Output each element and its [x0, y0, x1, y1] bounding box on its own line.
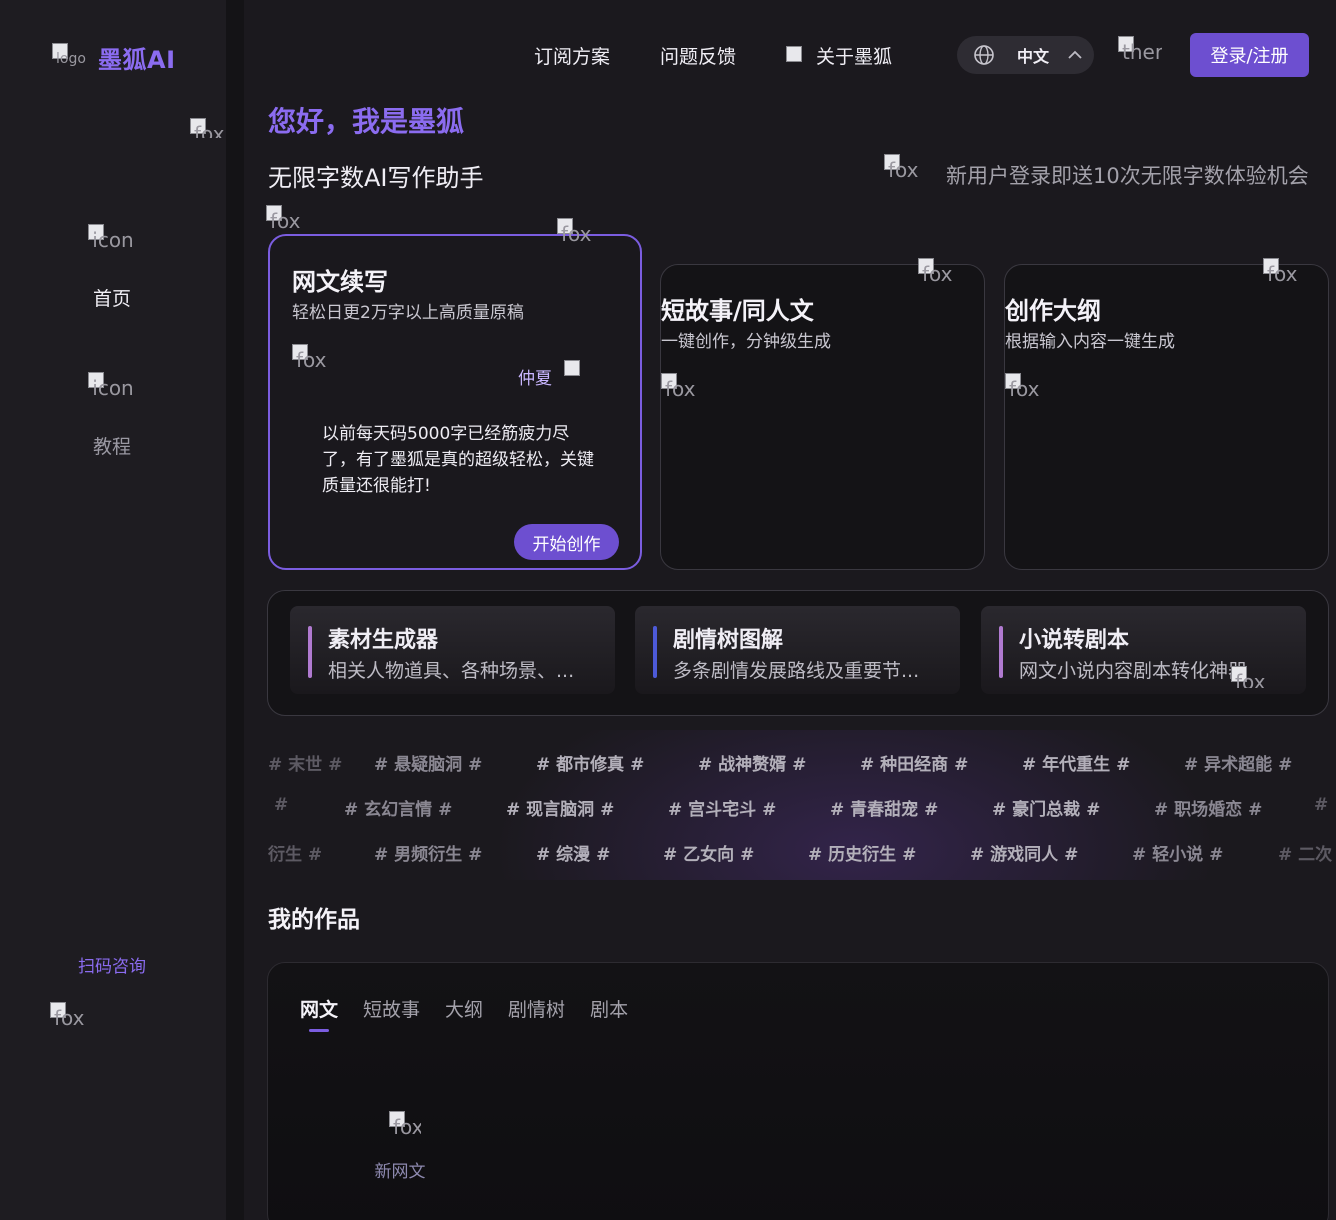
tool-accent-bar — [999, 626, 1003, 678]
tool-accent-bar — [308, 626, 312, 678]
logo-image: logo — [52, 42, 86, 73]
card-title: 短故事/同人文 — [661, 297, 814, 325]
start-writing-button[interactable]: 开始创作 — [514, 524, 619, 560]
sidebar-item-tutorial[interactable]: icon 教程 — [80, 372, 150, 459]
card-title: 创作大纲 — [1005, 297, 1101, 325]
fox-decoration: fox — [557, 218, 591, 262]
chevron-up-icon — [1068, 50, 1082, 59]
tab-script[interactable]: 剧本 — [590, 995, 628, 1022]
genre-tag[interactable]: # 轻小说 # — [1132, 840, 1223, 865]
genre-tag[interactable]: # 男频衍生 # — [374, 840, 482, 865]
genre-tag[interactable]: 衍生 # — [268, 840, 322, 865]
tools-panel: 素材生成器 相关人物道具、各种场景、... 剧情树图解 多条剧情发展路线及重要节… — [267, 590, 1329, 716]
fox-image: fox — [292, 344, 348, 370]
genre-tag[interactable]: # 青春甜宠 # — [830, 795, 938, 820]
tool-desc: 多条剧情发展路线及重要节... — [673, 660, 920, 682]
genre-tag[interactable]: # 种田经商 # — [860, 750, 968, 775]
fox-decoration: fox — [1231, 666, 1281, 688]
language-label: 中文 — [1017, 47, 1050, 66]
promo-text: 新用户登录即送10次无限字数体验机会 — [946, 164, 1309, 188]
tool-material-generator[interactable]: 素材生成器 相关人物道具、各种场景、... — [290, 606, 615, 694]
fox-decoration: fox — [1263, 258, 1297, 302]
tab-outline[interactable]: 大纲 — [445, 995, 483, 1022]
genre-tag[interactable]: # 豪门总裁 # — [992, 795, 1100, 820]
my-works-title: 我的作品 — [268, 907, 360, 933]
tab-web-novel[interactable]: 网文 — [300, 995, 338, 1032]
genre-tag[interactable]: # 宫斗宅斗 # — [668, 795, 776, 820]
avatar — [564, 360, 586, 390]
card-desc: 轻松日更2万字以上高质量原稿 — [292, 303, 524, 323]
genre-tag[interactable]: # 综漫 # — [536, 840, 610, 865]
tab-short-story[interactable]: 短故事 — [363, 995, 420, 1022]
genre-tag[interactable]: # 悬疑脑洞 # — [374, 750, 482, 775]
login-button[interactable]: 登录/注册 — [1190, 33, 1309, 77]
tool-title: 素材生成器 — [328, 628, 439, 653]
fox-decoration: fox — [266, 205, 322, 231]
card-web-novel[interactable]: 网文续写 轻松日更2万字以上高质量原稿 fox 仲夏 以前每天码5000字已经筋… — [268, 234, 642, 570]
fox-decoration: fox — [190, 118, 226, 138]
tutorial-icon: icon — [88, 372, 134, 416]
fox-icon: fox — [389, 1111, 421, 1145]
my-works-panel: 网文 短故事 大纲 剧情树 剧本 fox 新网文 — [267, 962, 1329, 1220]
sidebar: logo 墨狐AI fox icon 首页 icon 教程 扫码咨询 fox — [0, 0, 226, 1220]
greeting: 您好，我是墨狐 — [268, 105, 465, 138]
sidebar-item-home[interactable]: icon 首页 — [80, 224, 150, 311]
genre-tag[interactable]: # 历史衍生 # — [808, 840, 916, 865]
nav-about[interactable]: 关于墨狐 — [786, 42, 892, 69]
testimonial-text: 以前每天码5000字已经筋疲力尽了，有了墨狐是真的超级轻松，关键质量还很能打! — [322, 424, 594, 496]
genre-tag[interactable]: # 战神赘婿 # — [698, 750, 806, 775]
works-tabs: 网文 短故事 大纲 剧情树 剧本 — [300, 995, 653, 1032]
card-short-story[interactable]: 短故事/同人文 一键创作，分钟级生成 fox — [660, 264, 985, 570]
sidebar-item-label: 教程 — [93, 436, 132, 458]
nav-feedback[interactable]: 问题反馈 — [660, 42, 736, 69]
consult-link[interactable]: 扫码咨询 — [78, 952, 146, 977]
new-work-label: 新网文 — [374, 1162, 426, 1182]
card-desc: 根据输入内容一键生成 — [1005, 332, 1175, 352]
sidebar-divider — [226, 0, 244, 1220]
genre-tag[interactable]: # 二次 — [1278, 840, 1332, 865]
card-outline[interactable]: 创作大纲 根据输入内容一键生成 fox — [1004, 264, 1329, 570]
subtitle: 无限字数AI写作助手 — [268, 164, 484, 192]
genre-tag[interactable]: # 年代重生 # — [1022, 750, 1130, 775]
fox-badge-image: fox — [884, 154, 918, 198]
tool-plot-tree[interactable]: 剧情树图解 多条剧情发展路线及重要节... — [635, 606, 960, 694]
genre-tag[interactable]: # 职场婚恋 # — [1154, 795, 1262, 820]
genre-tag[interactable]: # — [274, 795, 288, 815]
genre-tag[interactable]: # 现言脑洞 # — [506, 795, 614, 820]
genre-tag[interactable]: # 末世 # — [268, 750, 342, 775]
genre-tag[interactable]: # — [1314, 795, 1328, 815]
tool-title: 剧情树图解 — [673, 628, 784, 653]
new-web-novel-button[interactable]: fox 新网文 — [375, 1111, 430, 1182]
genre-tag[interactable]: # 异术超能 # — [1184, 750, 1292, 775]
genre-tag[interactable]: # 玄幻言情 # — [344, 795, 452, 820]
genre-tag[interactable]: # 游戏同人 # — [970, 840, 1078, 865]
fox-image: fox — [1005, 373, 1061, 399]
tool-title: 小说转剧本 — [1019, 628, 1130, 653]
fox-icon — [786, 45, 806, 66]
theme-toggle-icon[interactable]: ther — [1118, 36, 1162, 78]
brand[interactable]: logo 墨狐AI — [52, 40, 176, 75]
tab-plot-tree[interactable]: 剧情树 — [508, 995, 565, 1022]
fox-image: fox — [661, 373, 717, 399]
sidebar-item-label: 首页 — [93, 288, 132, 310]
tool-novel-to-script[interactable]: 小说转剧本 网文小说内容剧本转化神器 fox — [981, 606, 1306, 694]
tool-accent-bar — [653, 626, 657, 678]
top-nav: 订阅方案 问题反馈 关于墨狐 — [534, 42, 942, 69]
nav-about-label: 关于墨狐 — [816, 46, 893, 68]
genre-tags: # 末世 # # 悬疑脑洞 # # 都市修真 # # 战神赘婿 # # 种田经商… — [244, 730, 1336, 880]
genre-tag[interactable]: # 乙女向 # — [663, 840, 754, 865]
brand-name: 墨狐AI — [98, 46, 176, 74]
card-title: 网文续写 — [292, 268, 388, 296]
home-icon: icon — [88, 224, 134, 268]
qr-code-image: fox — [50, 1002, 110, 1028]
tool-desc: 相关人物道具、各种场景、... — [328, 660, 575, 682]
globe-icon — [974, 45, 994, 65]
language-selector[interactable]: 中文 — [957, 36, 1094, 74]
genre-tag[interactable]: # 都市修真 # — [536, 750, 644, 775]
nav-subscription[interactable]: 订阅方案 — [534, 42, 610, 69]
card-desc: 一键创作，分钟级生成 — [661, 332, 831, 352]
testimonial-author: 仲夏 — [518, 369, 552, 389]
tool-desc: 网文小说内容剧本转化神器 — [1019, 660, 1248, 682]
fox-decoration: fox — [918, 258, 952, 302]
